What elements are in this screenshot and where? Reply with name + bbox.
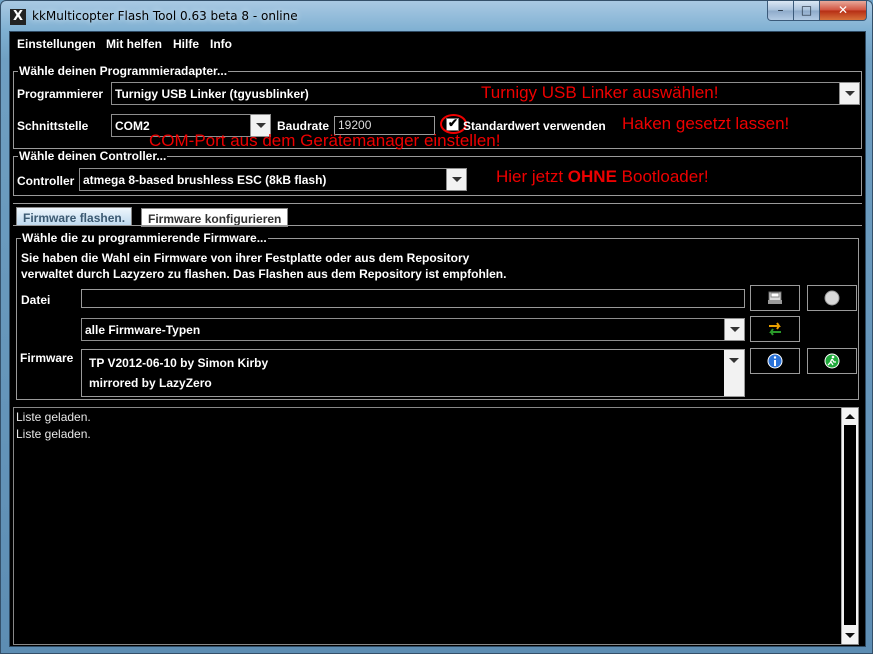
scroll-up-icon[interactable] [842,408,858,425]
programmer-group-legend: Wähle deinen Programmieradapter... [18,64,229,78]
maximize-button[interactable]: □ [794,1,820,21]
log-area[interactable]: Liste geladen. Liste geladen. [13,407,859,645]
chevron-down-icon[interactable] [839,83,859,104]
app-icon: X [10,9,26,25]
firmware-group-legend: Wähle die zu programmierende Firmware... [21,231,268,245]
grey-circle-icon [824,290,840,306]
chevron-down-icon[interactable] [446,169,466,190]
firmware-list[interactable]: TP V2012-06-10 by Simon Kirby mirrored b… [81,349,745,397]
firmware-description-line2: verwaltet durch Lazyzero zu flashen. Das… [21,267,507,281]
info-icon [767,353,783,369]
log-line: Liste geladen. [16,427,91,441]
annotation-no-bootloader-pre: Hier jetzt [496,167,568,186]
firmware-type-value: alle Firmware-Typen [85,323,201,337]
port-label: Schnittstelle [17,119,89,133]
controller-select-value: atmega 8-based brushless ESC (8kB flash) [83,173,327,187]
window-title: kkMulticopter Flash Tool 0.63 beta 8 - o… [32,9,298,23]
run-button[interactable] [807,348,857,374]
firmware-type-select[interactable]: alle Firmware-Typen [81,318,745,341]
menu-mit-helfen[interactable]: Mit helfen [106,37,162,51]
programmer-select-value: Turnigy USB Linker (tgyusblinker) [115,87,309,101]
scroll-down-icon[interactable] [842,627,858,644]
run-green-icon [824,353,840,369]
firmware-label: Firmware [20,351,74,365]
save-button[interactable] [750,285,800,311]
info-button[interactable] [750,348,800,374]
controller-select[interactable]: atmega 8-based brushless ESC (8kB flash) [79,168,467,191]
firmware-list-item[interactable]: mirrored by LazyZero [89,376,212,390]
controller-group: Wähle deinen Controller... Controller at… [13,149,862,196]
menu-bar: Einstellungen Mit helfen Hilfe Info [10,32,865,55]
annotation-no-bootloader-bold: OHNE [567,167,617,186]
log-scrollbar[interactable] [841,408,858,644]
tab-strip-line [13,203,862,204]
annotation-keep-checked: Haken gesetzt lassen! [622,114,790,133]
annotation-com-port: COM-Port aus dem Gerätemanager einstelle… [149,131,501,150]
firmware-list-item[interactable]: TP V2012-06-10 by Simon Kirby [89,356,268,370]
firmware-description-line1: Sie haben die Wahl ein Firmware von ihre… [21,251,470,265]
firmware-list-dropdown[interactable] [724,350,744,396]
firmware-group: Wähle die zu programmierende Firmware...… [16,231,859,400]
chevron-down-icon[interactable] [724,350,744,396]
menu-einstellungen[interactable]: Einstellungen [17,37,96,51]
controller-label: Controller [17,174,75,188]
window-controls: – □ ✕ [767,1,867,22]
annotation-no-bootloader: Hier jetzt OHNE Bootloader! [496,167,709,187]
annotation-select-linker: Turnigy USB Linker auswählen! [481,83,719,102]
menu-info[interactable]: Info [210,37,232,51]
refresh-button[interactable] [750,316,800,342]
file-label: Datei [21,293,51,307]
port-select-value: COM2 [115,119,150,133]
scrollbar-track[interactable] [844,425,856,625]
menu-hilfe[interactable]: Hilfe [173,37,199,51]
programmer-label: Programmierer [17,87,104,101]
application-window: X kkMulticopter Flash Tool 0.63 beta 8 -… [0,0,873,654]
save-disk-icon [768,291,782,304]
clear-button[interactable] [807,285,857,311]
annotation-no-bootloader-post: Bootloader! [616,167,709,186]
client-area: Einstellungen Mit helfen Hilfe Info Wähl… [9,31,866,647]
title-bar[interactable]: X kkMulticopter Flash Tool 0.63 beta 8 -… [1,1,872,31]
file-path-field[interactable] [81,289,745,308]
tab-firmware-flashen[interactable]: Firmware flashen. [16,207,133,226]
tab-panel-border [13,225,862,226]
log-line: Liste geladen. [16,410,91,424]
refresh-arrows-icon [769,322,781,336]
minimize-button[interactable]: – [767,1,794,21]
close-button[interactable]: ✕ [820,1,867,21]
chevron-down-icon[interactable] [724,319,744,340]
controller-group-legend: Wähle deinen Controller... [18,149,168,163]
